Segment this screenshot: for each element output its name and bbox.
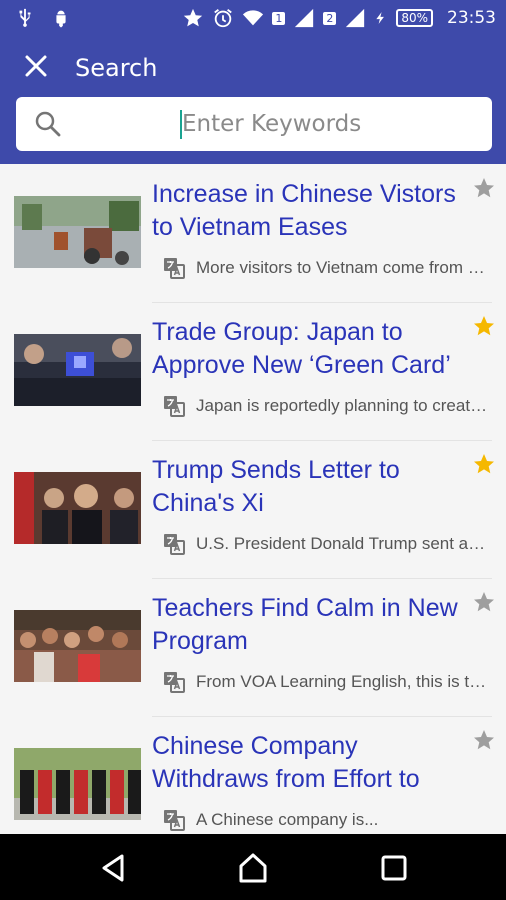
article-headline[interactable]: Chinese Company Withdraws from Effort to (152, 730, 472, 796)
translate-icon[interactable] (162, 808, 186, 832)
list-item[interactable]: Teachers Find Calm in New Program From V… (0, 578, 506, 716)
article-summary: U.S. President Donald Trump sent a lette… (196, 534, 488, 553)
article-summary: More visitors to Vietnam come from China… (196, 258, 488, 277)
article-headline[interactable]: Teachers Find Calm in New Program (152, 592, 472, 658)
search-icon (35, 111, 61, 137)
star-icon[interactable] (472, 452, 496, 476)
article-headline[interactable]: Increase in Chinese Vistors to Vietnam E… (152, 178, 472, 244)
android-icon (55, 10, 67, 28)
summary-row: More visitors to Vietnam come from China… (162, 256, 488, 280)
list-item[interactable]: Trump Sends Letter to China's Xi U.S. Pr… (0, 440, 506, 578)
article-list[interactable]: Increase in Chinese Vistors to Vietnam E… (0, 164, 506, 834)
star-icon[interactable] (472, 590, 496, 614)
article-headline[interactable]: Trade Group: Japan to Approve New ‘Green… (152, 316, 472, 382)
star-icon[interactable] (472, 728, 496, 752)
battery-icon: 80% (396, 9, 433, 27)
sim2-label: 2 (323, 11, 337, 25)
article-headline[interactable]: Trump Sends Letter to China's Xi (152, 454, 472, 520)
list-item[interactable]: Increase in Chinese Vistors to Vietnam E… (0, 164, 506, 302)
article-thumbnail (14, 334, 141, 406)
article-summary: Japan is reportedly planning to create..… (196, 396, 488, 415)
signal-icon (295, 8, 314, 28)
translate-icon[interactable] (162, 256, 186, 280)
summary-row: U.S. President Donald Trump sent a lette… (162, 532, 488, 556)
summary-row: Japan is reportedly planning to create..… (162, 394, 488, 418)
charging-icon (376, 12, 385, 24)
star-icon (184, 8, 203, 27)
article-thumbnail (14, 748, 141, 820)
summary-row: From VOA Learning English, this is the..… (162, 670, 488, 694)
signal-icon (346, 8, 365, 28)
article-thumbnail (14, 196, 141, 268)
back-icon[interactable] (96, 850, 132, 886)
sim1-label: 1 (272, 11, 286, 25)
star-icon[interactable] (472, 314, 496, 338)
wifi-icon (243, 10, 264, 26)
page-title: Search (75, 54, 158, 82)
list-item[interactable]: Chinese Company Withdraws from Effort to… (0, 716, 506, 834)
app-bar: Search (0, 36, 506, 164)
translate-icon[interactable] (162, 670, 186, 694)
article-thumbnail (14, 472, 141, 544)
alarm-icon (214, 9, 233, 28)
search-input[interactable] (182, 105, 482, 143)
close-icon[interactable] (20, 50, 52, 82)
article-summary: From VOA Learning English, this is the..… (196, 672, 488, 691)
usb-icon (19, 8, 31, 27)
status-bar: 1 2 80% 23:53 (0, 0, 506, 36)
article-summary: A Chinese company is... (196, 810, 379, 829)
home-icon[interactable] (235, 850, 271, 886)
search-box[interactable] (16, 97, 492, 151)
recents-icon[interactable] (376, 850, 412, 886)
navigation-bar (0, 834, 506, 900)
star-icon[interactable] (472, 176, 496, 200)
clock: 23:53 (447, 8, 496, 28)
article-thumbnail (14, 610, 141, 682)
list-item[interactable]: Trade Group: Japan to Approve New ‘Green… (0, 302, 506, 440)
translate-icon[interactable] (162, 394, 186, 418)
summary-row: A Chinese company is... (162, 808, 488, 832)
translate-icon[interactable] (162, 532, 186, 556)
